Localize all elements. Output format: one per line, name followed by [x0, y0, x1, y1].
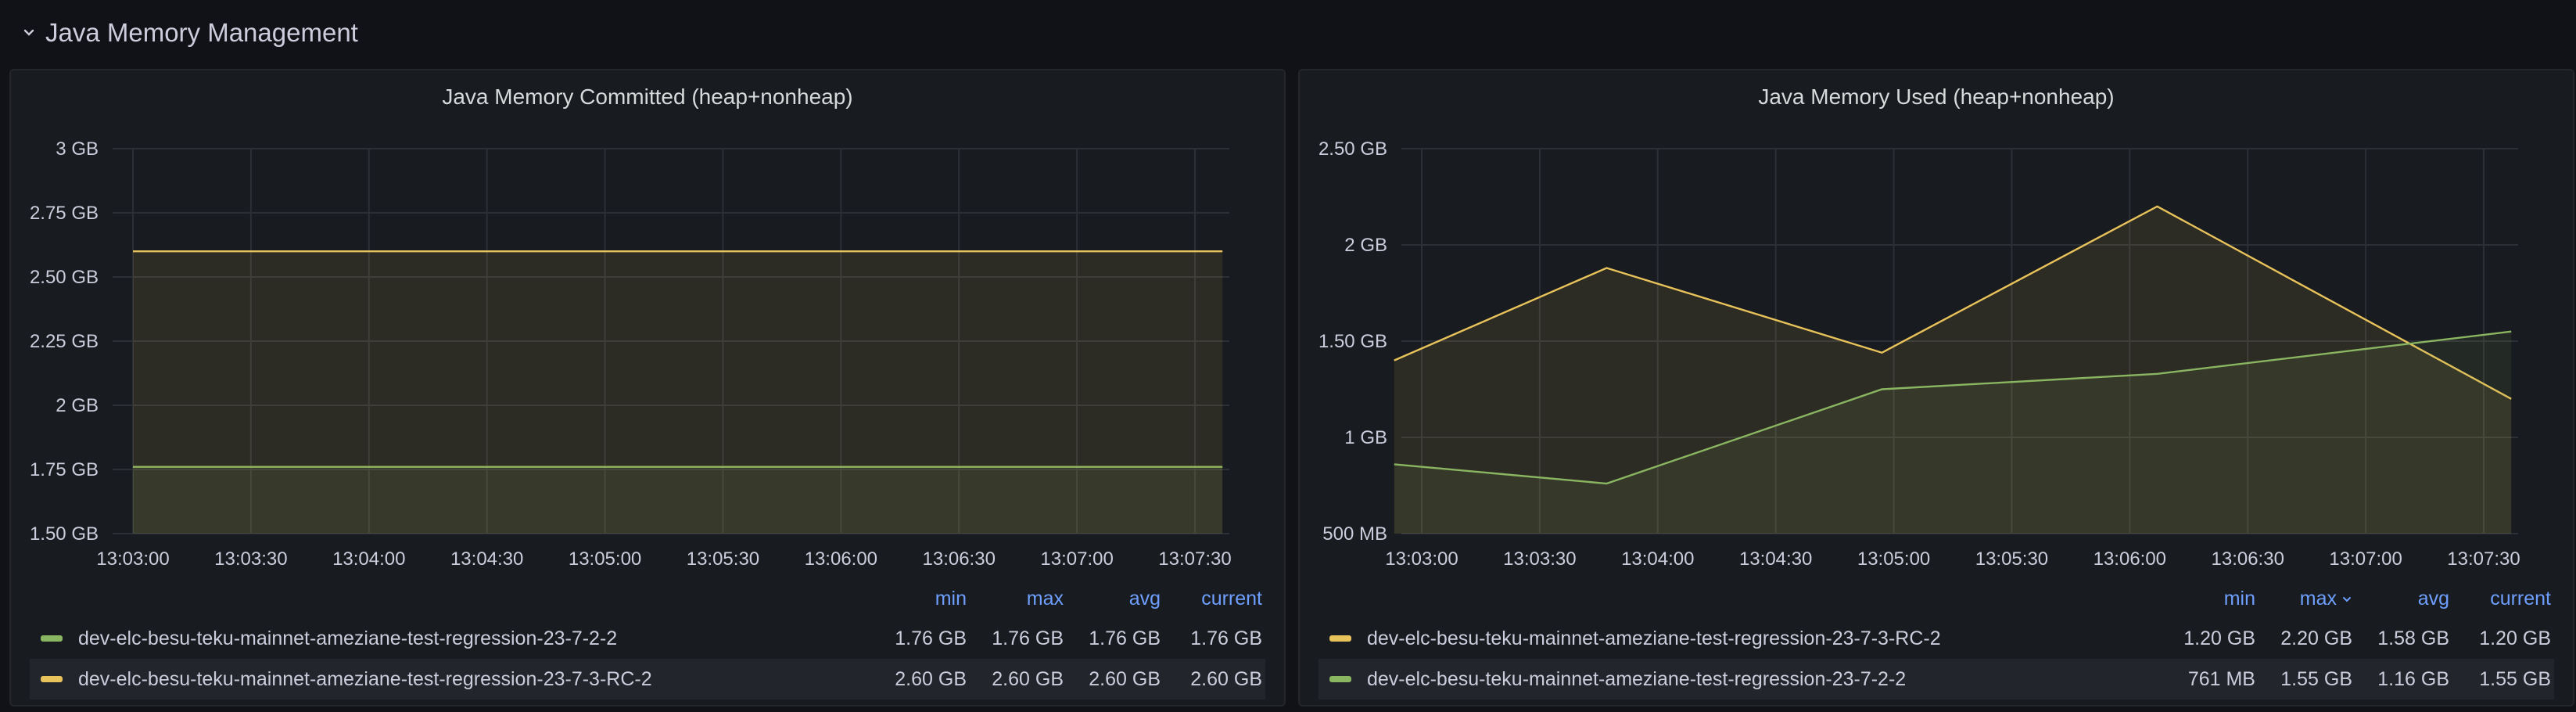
legend-header-max[interactable]: max: [2255, 588, 2352, 610]
legend-current-value: 1.20 GB: [2479, 627, 2551, 649]
legend-avg-value: 1.58 GB: [2377, 627, 2449, 649]
x-tick-label: 13:07:00: [1040, 548, 1113, 570]
y-tick-label: 500 MB: [1322, 523, 1387, 545]
series-name[interactable]: dev-elc-besu-teku-mainnet-ameziane-test-…: [1367, 627, 2169, 650]
series-area-yellow: [133, 251, 1223, 534]
series-color-swatch[interactable]: [1329, 635, 1351, 642]
x-tick-label: 13:07:30: [2447, 548, 2520, 570]
x-tick-label: 13:07:30: [1158, 548, 1231, 570]
y-tick-label: 2.75 GB: [30, 203, 99, 224]
chart-java-memory-used[interactable]: 2.50 GB 2 GB 1.50 GB 1 GB 500 MB 13:03:00 13:0…: [1300, 70, 2576, 579]
row-title: Java Memory Management: [45, 18, 358, 47]
y-tick-label: 3 GB: [56, 138, 99, 160]
legend-row[interactable]: dev-elc-besu-teku-mainnet-ameziane-test-…: [1318, 659, 2554, 699]
x-tick-label: 13:04:30: [1739, 548, 1812, 570]
legend-header-current[interactable]: current: [1161, 588, 1265, 610]
series-name[interactable]: dev-elc-besu-teku-mainnet-ameziane-test-…: [78, 627, 881, 650]
y-tick-label: 2 GB: [56, 395, 99, 416]
x-tick-label: 13:03:00: [1385, 548, 1458, 570]
legend-max-value: 1.55 GB: [2280, 667, 2352, 690]
row-header[interactable]: Java Memory Management: [20, 14, 358, 52]
x-tick-label: 13:07:00: [2329, 548, 2402, 570]
legend: min max avg current dev-elc-besu-teku-ma…: [1318, 579, 2554, 699]
legend-header: min max avg current: [30, 579, 1265, 618]
y-tick-label: 2.50 GB: [30, 267, 99, 288]
series-color-swatch[interactable]: [41, 635, 63, 642]
x-tick-label: 13:04:00: [1621, 548, 1694, 570]
legend-row[interactable]: dev-elc-besu-teku-mainnet-ameziane-test-…: [30, 659, 1265, 699]
legend-current-value: 1.76 GB: [1190, 627, 1262, 649]
series-color-swatch[interactable]: [41, 676, 63, 682]
y-tick-label: 2.50 GB: [1318, 138, 1387, 160]
legend-header-max-label: max: [2299, 587, 2337, 610]
legend-max-value: 1.76 GB: [992, 627, 1064, 649]
legend-avg-value: 2.60 GB: [1089, 667, 1161, 690]
x-tick-label: 13:05:00: [569, 548, 641, 570]
legend-header-max[interactable]: max: [967, 588, 1064, 610]
series-name[interactable]: dev-elc-besu-teku-mainnet-ameziane-test-…: [78, 668, 881, 691]
y-tick-label: 1 GB: [1344, 427, 1387, 448]
x-tick-label: 13:05:30: [1975, 548, 2048, 570]
series-color-swatch[interactable]: [1329, 676, 1351, 682]
legend: min max avg current dev-elc-besu-teku-ma…: [30, 579, 1265, 699]
legend-max-value: 2.60 GB: [992, 667, 1064, 690]
series-name[interactable]: dev-elc-besu-teku-mainnet-ameziane-test-…: [1367, 668, 2169, 691]
x-tick-label: 13:06:30: [2212, 548, 2284, 570]
x-tick-label: 13:06:00: [805, 548, 877, 570]
panel-java-memory-used[interactable]: Java Memory Used (heap+nonheap) 2.50 GB 2…: [1298, 69, 2574, 707]
legend-min-value: 1.76 GB: [895, 627, 967, 649]
x-tick-label: 13:05:00: [1857, 548, 1930, 570]
legend-row[interactable]: dev-elc-besu-teku-mainnet-ameziane-test-…: [30, 618, 1265, 659]
y-tick-label: 1.50 GB: [30, 523, 99, 545]
legend-header: min max avg current: [1318, 579, 2554, 618]
legend-min-value: 1.20 GB: [2183, 627, 2255, 649]
panel-java-memory-committed[interactable]: Java Memory Committed (heap+nonheap) 3 G…: [9, 69, 1286, 707]
legend-avg-value: 1.16 GB: [2377, 667, 2449, 690]
legend-max-value: 2.20 GB: [2280, 627, 2352, 649]
legend-header-current[interactable]: current: [2449, 588, 2554, 610]
x-tick-label: 13:03:30: [214, 548, 287, 570]
legend-min-value: 761 MB: [2187, 667, 2255, 690]
y-tick-label: 2 GB: [1344, 235, 1387, 256]
y-tick-label: 1.50 GB: [1318, 331, 1387, 352]
x-tick-label: 13:04:00: [332, 548, 405, 570]
y-tick-label: 2.25 GB: [30, 331, 99, 352]
legend-row[interactable]: dev-elc-besu-teku-mainnet-ameziane-test-…: [1318, 618, 2554, 659]
x-tick-label: 13:03:00: [96, 548, 169, 570]
legend-current-value: 2.60 GB: [1190, 667, 1262, 690]
legend-header-avg[interactable]: avg: [2352, 588, 2449, 610]
x-tick-label: 13:06:00: [2093, 548, 2166, 570]
chart-java-memory-committed[interactable]: 3 GB 2.75 GB 2.50 GB 2.25 GB 2 GB 1.75 GB 1.50…: [11, 70, 1287, 579]
chevron-down-icon[interactable]: [20, 24, 38, 41]
legend-header-min[interactable]: min: [881, 588, 967, 610]
legend-header-min[interactable]: min: [2169, 588, 2255, 610]
legend-avg-value: 1.76 GB: [1089, 627, 1161, 649]
x-tick-label: 13:06:30: [923, 548, 996, 570]
legend-header-avg[interactable]: avg: [1064, 588, 1161, 610]
legend-current-value: 1.55 GB: [2479, 667, 2551, 690]
x-tick-label: 13:04:30: [450, 548, 523, 570]
x-tick-label: 13:05:30: [687, 548, 759, 570]
legend-min-value: 2.60 GB: [895, 667, 967, 690]
sort-descending-icon: [2341, 588, 2352, 602]
y-tick-label: 1.75 GB: [30, 459, 99, 480]
x-tick-label: 13:03:30: [1503, 548, 1576, 570]
